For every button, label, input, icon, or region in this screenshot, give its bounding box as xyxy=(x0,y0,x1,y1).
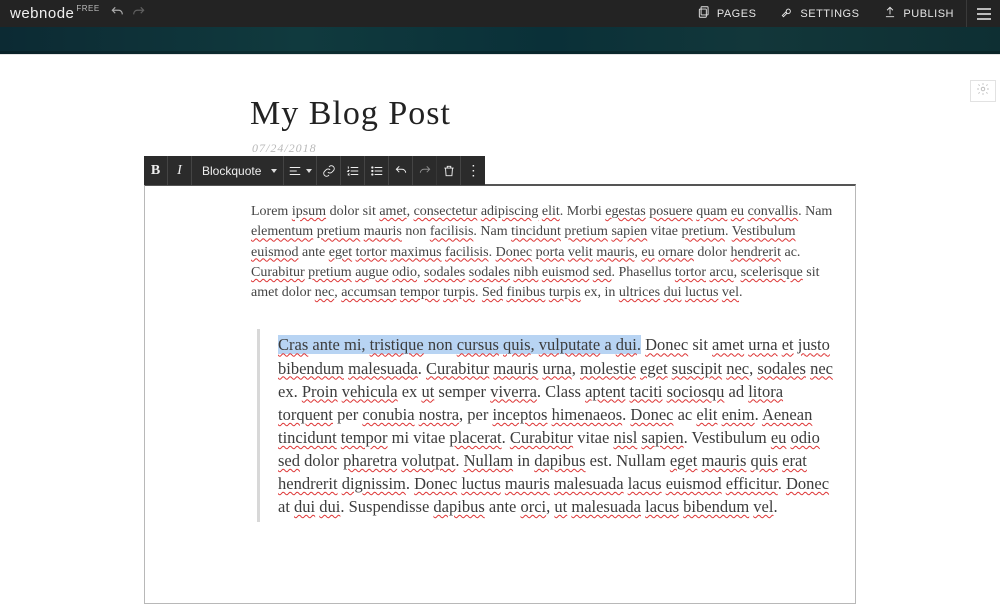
pages-label: PAGES xyxy=(717,8,757,20)
wrench-icon xyxy=(780,5,794,22)
italic-button[interactable]: I xyxy=(168,156,192,185)
blockquote-1[interactable]: Cras ante mi, tristique non cursus quis,… xyxy=(257,329,837,522)
undo-icon xyxy=(394,164,408,178)
redo-button[interactable] xyxy=(413,156,437,185)
upload-icon xyxy=(883,5,897,22)
link-icon xyxy=(322,164,336,178)
menu-button[interactable] xyxy=(966,0,1000,27)
brand-logo: webnode xyxy=(0,5,74,22)
history-controls xyxy=(110,5,146,22)
ordered-list-icon xyxy=(346,164,360,178)
delete-button[interactable] xyxy=(437,156,461,185)
trash-icon xyxy=(442,164,456,178)
chevron-down-icon xyxy=(271,169,277,173)
settings-button[interactable]: SETTINGS xyxy=(768,0,871,27)
settings-label: SETTINGS xyxy=(800,8,859,20)
more-button[interactable] xyxy=(461,156,485,185)
post-date: 07/24/2018 xyxy=(252,141,1000,156)
publish-button[interactable]: PUBLISH xyxy=(871,0,966,27)
unordered-list-icon xyxy=(370,164,384,178)
more-vertical-icon xyxy=(466,162,480,179)
app-topbar: webnode FREE PAGES SETTINGS PUBLISH xyxy=(0,0,1000,27)
block-style-label: Blockquote xyxy=(202,164,261,178)
pages-button[interactable]: PAGES xyxy=(685,0,769,27)
post-title[interactable]: My Blog Post xyxy=(250,95,1000,133)
align-left-icon xyxy=(288,164,302,178)
pages-icon xyxy=(697,5,711,22)
editor-toolbar: B I Blockquote xyxy=(144,156,485,185)
block-style-dropdown[interactable]: Blockquote xyxy=(192,156,284,185)
paragraph-1[interactable]: Lorem ipsum dolor sit amet, consectetur … xyxy=(251,202,837,303)
redo-icon xyxy=(418,164,432,178)
undo-icon[interactable] xyxy=(110,5,124,22)
brand-tier-label: FREE xyxy=(76,4,99,13)
link-button[interactable] xyxy=(317,156,341,185)
publish-label: PUBLISH xyxy=(903,8,954,20)
align-dropdown[interactable] xyxy=(284,156,317,185)
ordered-list-button[interactable] xyxy=(341,156,365,185)
redo-icon[interactable] xyxy=(132,5,146,22)
chevron-down-icon xyxy=(306,169,312,173)
undo-button[interactable] xyxy=(389,156,413,185)
editor-content-area[interactable]: Lorem ipsum dolor sit amet, consectetur … xyxy=(144,184,856,604)
bold-button[interactable]: B xyxy=(144,156,168,185)
unordered-list-button[interactable] xyxy=(365,156,389,185)
hero-banner xyxy=(0,27,1000,55)
